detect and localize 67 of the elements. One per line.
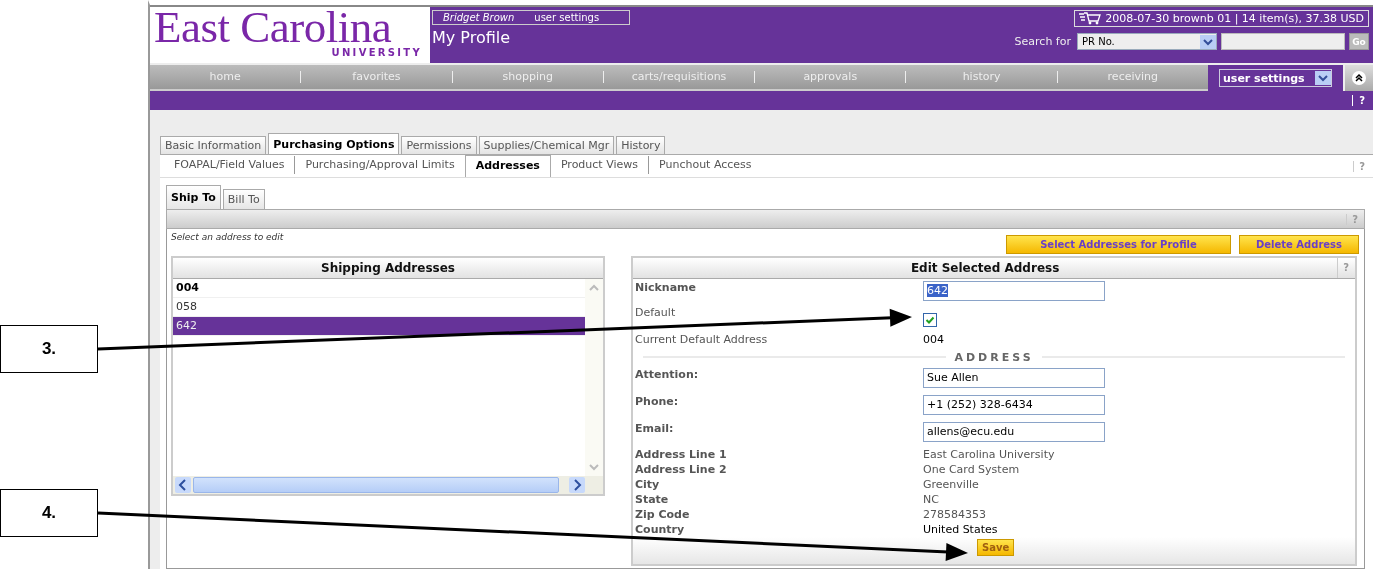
- field-label: Email:: [635, 422, 675, 435]
- field-value: Greenville: [923, 478, 980, 491]
- tab[interactable]: Purchasing Options: [268, 133, 400, 154]
- panel-title: Shipping Addresses: [173, 258, 603, 279]
- callout-label: 3.: [0, 325, 98, 373]
- cart-summary[interactable]: 2008-07-30 brownb 01 | 14 item(s), 37.38 USD: [1074, 10, 1369, 27]
- sub-tab[interactable]: Purchasing/Approval Limits: [294, 156, 465, 174]
- tab[interactable]: Bill To: [222, 189, 265, 209]
- tab[interactable]: Supplies/Chemical Mgr: [478, 136, 615, 154]
- vertical-scrollbar[interactable]: [585, 279, 603, 476]
- address-list-item[interactable]: 642: [173, 317, 585, 336]
- caret-icon: [1315, 71, 1331, 85]
- sub-tab[interactable]: Addresses: [464, 155, 551, 177]
- input-field[interactable]: Sue Allen: [923, 368, 1105, 388]
- caret-icon: [1200, 34, 1216, 49]
- hint-text: Select an address to edit: [171, 232, 284, 242]
- field-label: Address Line 2: [635, 463, 728, 476]
- sub-tab[interactable]: FOAPAL/Field Values: [164, 156, 295, 174]
- user-settings-link[interactable]: user settings: [534, 12, 600, 23]
- collapse-button[interactable]: [1343, 65, 1373, 91]
- tab[interactable]: Ship To: [166, 185, 221, 209]
- field-value: 004: [923, 332, 945, 346]
- field-label: City: [635, 478, 661, 491]
- user-settings-dropdown[interactable]: user settings: [1219, 69, 1332, 87]
- collapse-icon: [1352, 71, 1366, 85]
- field-label: Country: [635, 523, 686, 536]
- action-button[interactable]: Select Addresses for Profile: [1006, 235, 1231, 254]
- input-field[interactable]: +1 (252) 328-6434: [923, 395, 1105, 415]
- field-label: Default: [635, 306, 677, 319]
- default-checkbox[interactable]: [923, 313, 937, 327]
- cart-text: 2008-07-30 brownb 01 | 14 item(s), 37.38 USD: [1105, 12, 1364, 25]
- cart-icon: [1079, 12, 1102, 25]
- search-field[interactable]: [1221, 33, 1345, 50]
- field-label: Current Default Address: [635, 332, 769, 346]
- sub-tab[interactable]: Product Views: [550, 156, 648, 174]
- field-label: Address Line 1: [635, 448, 728, 461]
- field-value: 278584353: [923, 508, 987, 521]
- tab[interactable]: Basic Information: [160, 136, 267, 154]
- search-label: Search for: [1014, 35, 1071, 48]
- horizontal-scrollbar[interactable]: [173, 476, 603, 494]
- field-label: Nickname: [635, 281, 697, 294]
- input-field[interactable]: 642: [923, 281, 1105, 301]
- field-value: United States: [923, 523, 999, 536]
- tab[interactable]: History: [616, 136, 666, 154]
- user-name: Bridget Brown: [443, 12, 515, 23]
- field-value: NC: [923, 493, 940, 506]
- field-label: Zip Code: [635, 508, 691, 521]
- scroll-right-icon: [569, 477, 585, 493]
- university-logo: East Carolina UNIVERSITY: [150, 7, 430, 63]
- field-label: State: [635, 493, 670, 506]
- sub-tab[interactable]: Punchout Access: [648, 156, 762, 174]
- field-value: One Card System: [923, 463, 1021, 476]
- search-type-select[interactable]: PR No.: [1077, 33, 1217, 50]
- scroll-thumb[interactable]: [193, 477, 559, 493]
- help-link[interactable]: ?: [1352, 95, 1365, 106]
- section-heading: ADDRESS: [946, 350, 1042, 364]
- callout-label: 4.: [0, 489, 98, 537]
- field-label: Attention:: [635, 368, 700, 381]
- address-list-item[interactable]: 004: [173, 279, 585, 298]
- field-label: Phone:: [635, 395, 680, 408]
- panel-title: Edit Selected Address: [910, 260, 1060, 277]
- scroll-left-icon: [175, 477, 191, 493]
- action-button[interactable]: Delete Address: [1239, 235, 1359, 254]
- input-field[interactable]: allens@ecu.edu: [923, 422, 1105, 442]
- page-title: My Profile: [432, 28, 512, 47]
- tab[interactable]: Permissions: [401, 136, 477, 154]
- field-value: East Carolina University: [923, 448, 1056, 461]
